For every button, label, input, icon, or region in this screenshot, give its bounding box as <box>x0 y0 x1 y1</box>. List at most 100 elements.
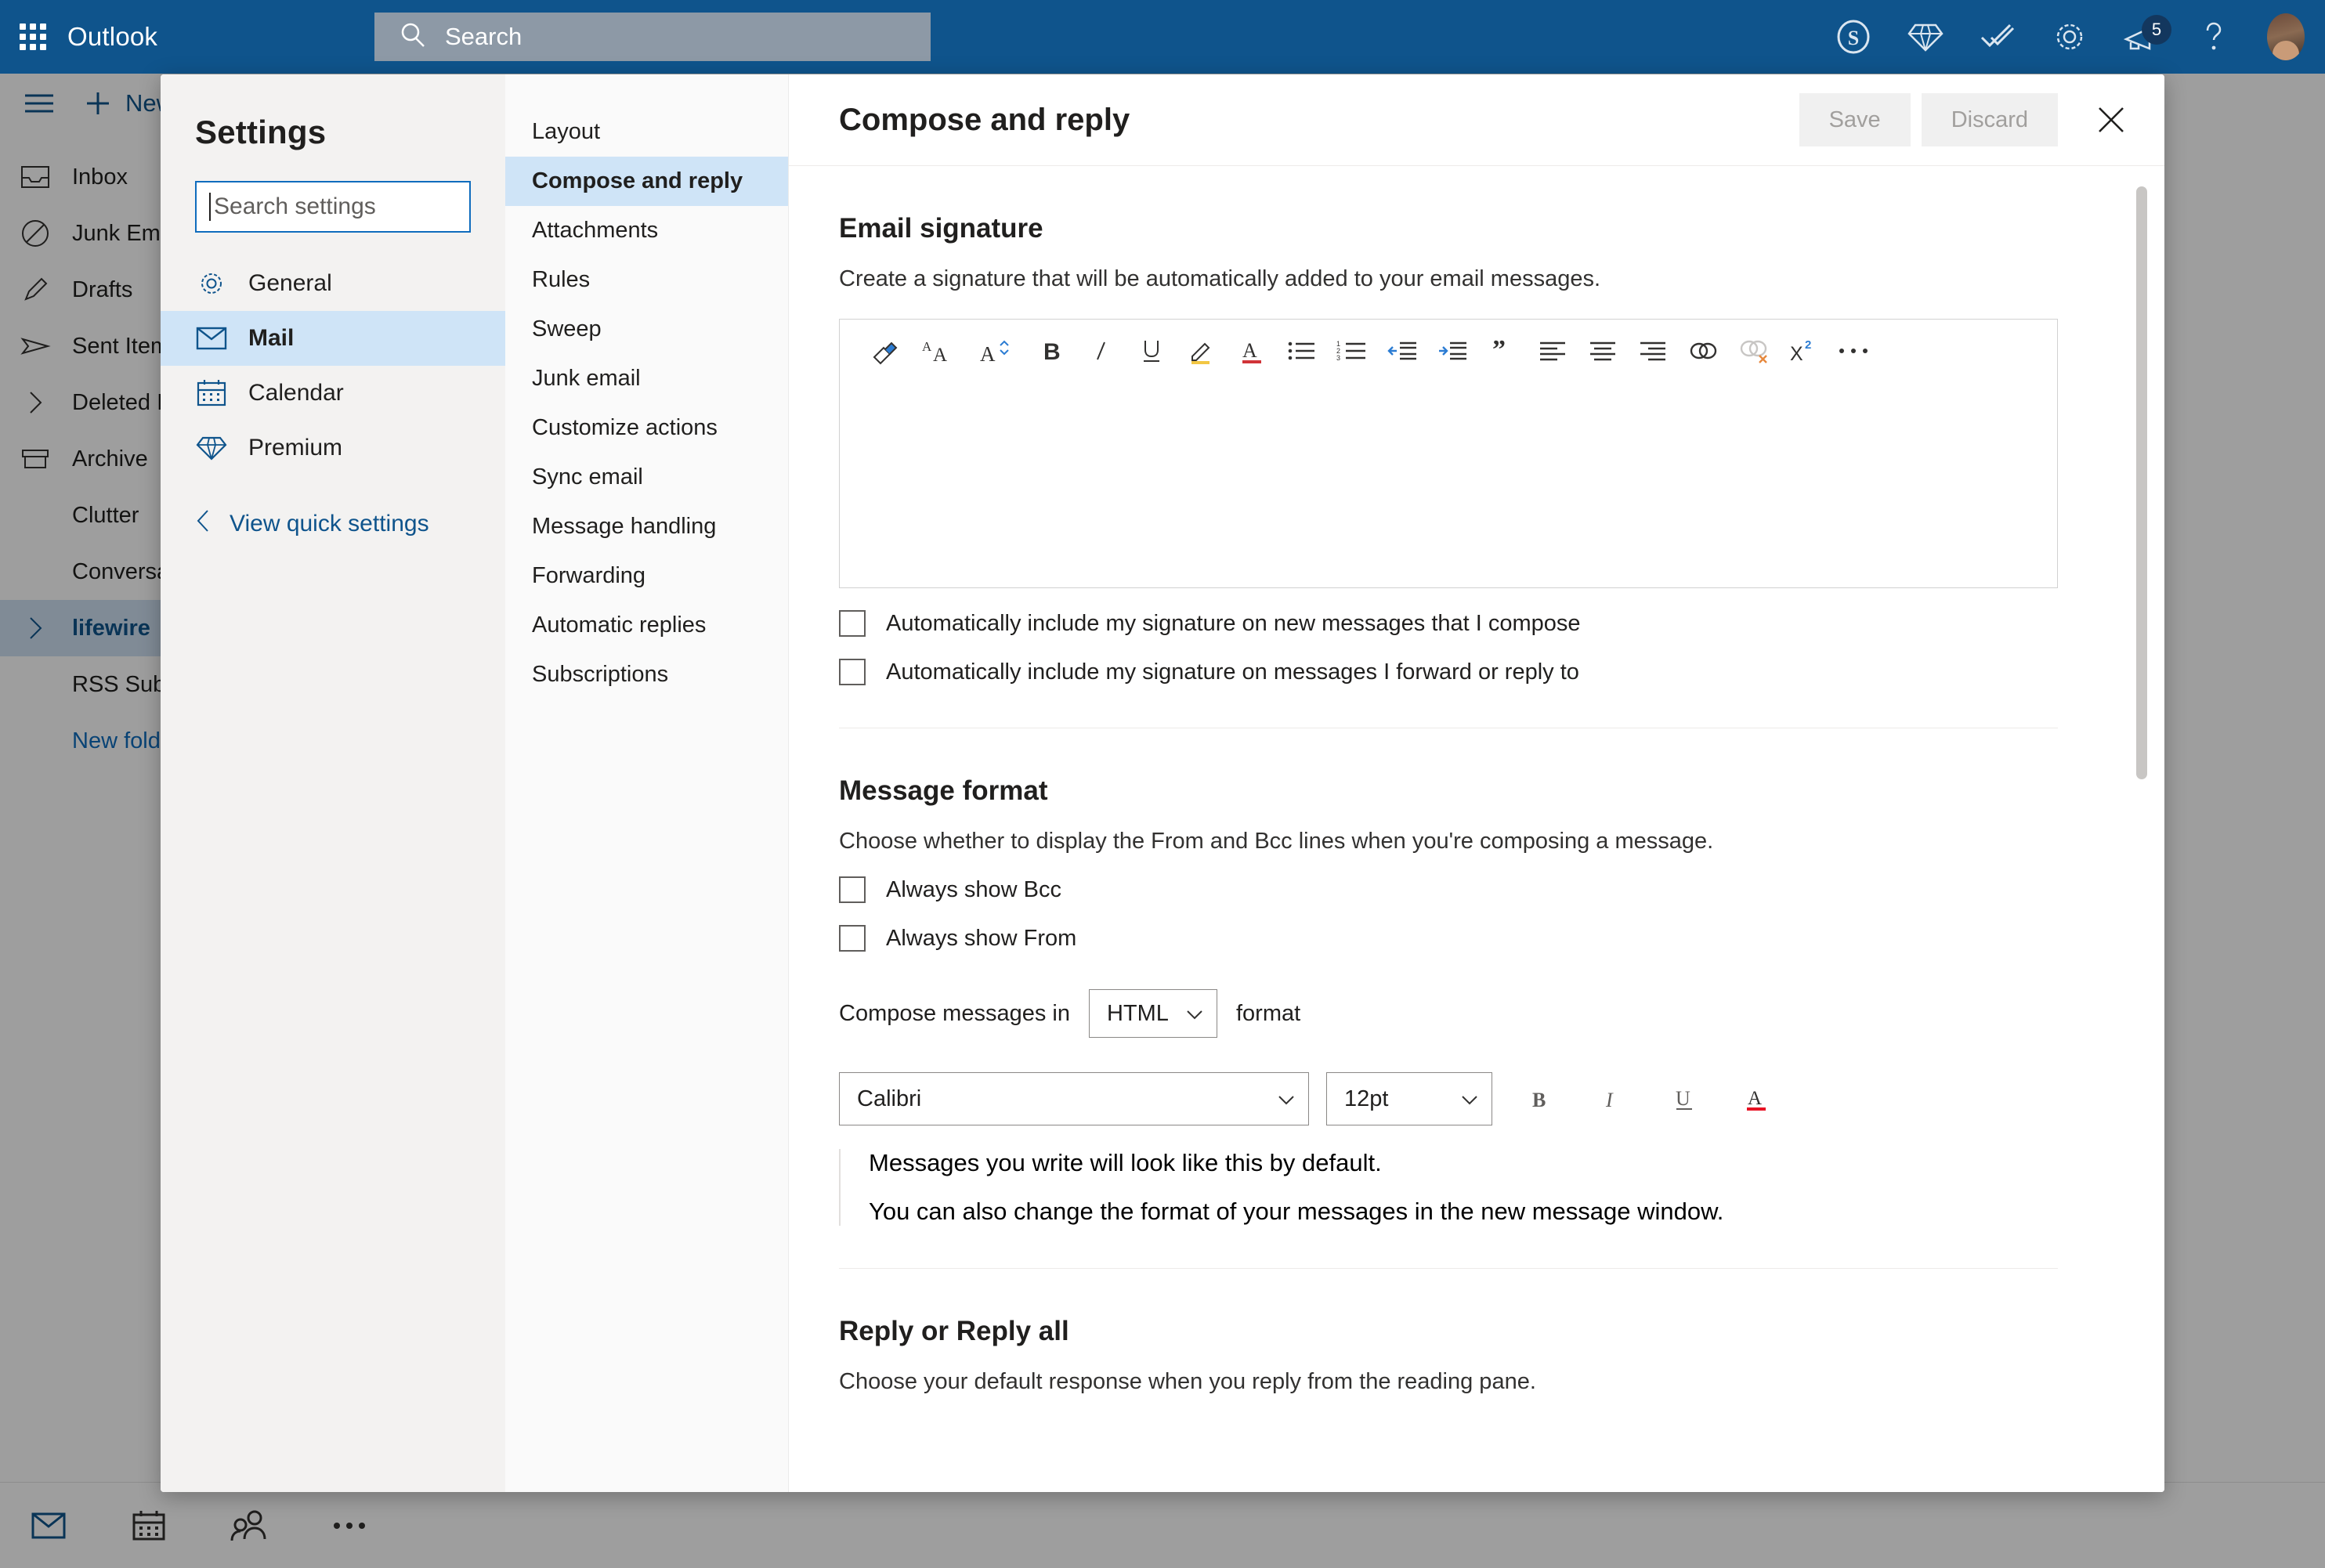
tab-rules[interactable]: Rules <box>505 255 788 305</box>
svg-text:A: A <box>1748 1088 1762 1109</box>
font-family-select[interactable]: Calibri <box>839 1072 1309 1125</box>
chevron-down-icon <box>1460 1086 1479 1112</box>
underline-icon[interactable]: U <box>1660 1075 1708 1123</box>
signature-editor: AA A B <box>839 319 2058 588</box>
font-size-select[interactable]: 12pt <box>1326 1072 1492 1125</box>
numbered-list-icon[interactable]: 123 <box>1327 326 1377 376</box>
align-right-icon[interactable] <box>1628 326 1678 376</box>
always-show-from-checkbox[interactable] <box>839 925 866 952</box>
message-format-heading: Message format <box>839 775 2164 807</box>
insert-link-icon[interactable] <box>1678 326 1728 376</box>
nav-label: Sync email <box>532 464 643 490</box>
svg-text:3: 3 <box>1336 354 1340 362</box>
compose-format-prefix: Compose messages in <box>839 1001 1070 1027</box>
format-painter-icon[interactable] <box>860 326 910 376</box>
bold-icon[interactable]: B <box>1516 1075 1564 1123</box>
remove-link-icon[interactable] <box>1728 326 1778 376</box>
settings-gear-icon[interactable] <box>2051 18 2088 56</box>
search-input[interactable]: Search <box>374 13 931 61</box>
view-quick-settings-link[interactable]: View quick settings <box>161 508 505 540</box>
italic-icon[interactable] <box>1076 326 1126 376</box>
detail-pane-header: Compose and reply Save Discard <box>789 74 2164 165</box>
discard-button[interactable]: Discard <box>1922 93 2058 146</box>
always-show-from-row: Always show From <box>839 925 2164 952</box>
settings-title: Settings <box>161 74 505 151</box>
more-options-icon[interactable] <box>1828 326 1878 376</box>
detail-pane-body: Email signature Create a signature that … <box>789 166 2164 1492</box>
sidebar-item-calendar[interactable]: Calendar <box>161 366 505 421</box>
tab-layout[interactable]: Layout <box>505 107 788 157</box>
close-icon[interactable] <box>2086 95 2136 145</box>
settings-search-input[interactable]: Search settings <box>195 181 471 233</box>
page-title: Compose and reply <box>839 103 1130 138</box>
compose-format-suffix: format <box>1236 1001 1300 1027</box>
avatar[interactable] <box>2267 18 2305 56</box>
tab-forwarding[interactable]: Forwarding <box>505 551 788 601</box>
compose-format-select[interactable]: HTML <box>1089 989 1217 1038</box>
premium-diamond-icon[interactable] <box>1907 18 1944 56</box>
help-question-icon[interactable] <box>2195 18 2233 56</box>
bulleted-list-icon[interactable] <box>1277 326 1327 376</box>
chevron-left-icon <box>195 508 212 540</box>
align-left-icon[interactable] <box>1528 326 1578 376</box>
tab-attachments[interactable]: Attachments <box>505 206 788 255</box>
compose-format-value: HTML <box>1107 1001 1169 1027</box>
reply-section-heading: Reply or Reply all <box>839 1316 2164 1347</box>
always-show-bcc-checkbox[interactable] <box>839 876 866 903</box>
svg-text:X: X <box>1790 343 1803 365</box>
sidebar-item-premium[interactable]: Premium <box>161 421 505 475</box>
sidebar-item-mail[interactable]: Mail <box>161 311 505 366</box>
tab-compose-and-reply[interactable]: Compose and reply <box>505 157 788 206</box>
font-size-stepper-icon[interactable]: A <box>968 326 1026 376</box>
highlight-icon[interactable] <box>1177 326 1227 376</box>
signature-new-messages-checkbox[interactable] <box>839 610 866 637</box>
font-size-grow-icon[interactable]: AA <box>910 326 968 376</box>
nav-label: Rules <box>532 267 590 293</box>
vertical-scrollbar[interactable] <box>2136 186 2147 779</box>
tab-customize-actions[interactable]: Customize actions <box>505 403 788 453</box>
underline-icon[interactable] <box>1126 326 1177 376</box>
default-font-row: Calibri 12pt B I <box>839 1072 2164 1125</box>
superscript-icon[interactable]: X2 <box>1778 326 1828 376</box>
svg-text:S: S <box>1848 27 1859 49</box>
always-show-bcc-label: Always show Bcc <box>886 877 1061 903</box>
tab-junk-email[interactable]: Junk email <box>505 354 788 403</box>
align-center-icon[interactable] <box>1578 326 1628 376</box>
signature-reply-forward-label: Automatically include my signature on me… <box>886 659 1579 685</box>
svg-text:A: A <box>933 345 947 365</box>
megaphone-icon[interactable]: 5 <box>2123 18 2160 56</box>
tab-subscriptions[interactable]: Subscriptions <box>505 650 788 699</box>
tab-automatic-replies[interactable]: Automatic replies <box>505 601 788 650</box>
signature-reply-forward-checkbox[interactable] <box>839 659 866 685</box>
sidebar-item-general[interactable]: General <box>161 256 505 311</box>
font-color-icon[interactable]: A <box>1732 1075 1781 1123</box>
svg-text:B: B <box>1043 339 1061 365</box>
tab-sweep[interactable]: Sweep <box>505 305 788 354</box>
sidebar-item-label: Premium <box>248 435 342 461</box>
save-button[interactable]: Save <box>1799 93 1911 146</box>
app-launcher-waffle-icon[interactable] <box>19 23 47 51</box>
quick-settings-label: View quick settings <box>230 511 429 537</box>
sidebar-item-label: Calendar <box>248 380 344 406</box>
header-actions: Save Discard <box>1799 93 2164 146</box>
nav-label: Message handling <box>532 514 716 540</box>
nav-label: Compose and reply <box>532 168 743 194</box>
top-bar-icon-group: S 5 <box>1835 0 2305 74</box>
quote-icon[interactable]: ” <box>1477 326 1528 376</box>
chevron-down-icon <box>1277 1086 1296 1112</box>
increase-indent-icon[interactable] <box>1427 326 1477 376</box>
nav-label: Attachments <box>532 218 658 244</box>
decrease-indent-icon[interactable] <box>1377 326 1427 376</box>
search-placeholder: Search <box>445 23 522 51</box>
skype-icon[interactable]: S <box>1835 18 1872 56</box>
bold-icon[interactable]: B <box>1026 326 1076 376</box>
signature-editor-textarea[interactable] <box>840 382 2057 587</box>
font-color-icon[interactable]: A <box>1227 326 1277 376</box>
italic-icon[interactable]: I <box>1588 1075 1636 1123</box>
to-do-check-icon[interactable] <box>1979 18 2016 56</box>
sidebar-item-label: General <box>248 270 332 297</box>
tab-sync-email[interactable]: Sync email <box>505 453 788 502</box>
signature-new-messages-checkbox-row: Automatically include my signature on ne… <box>839 610 2164 637</box>
tab-message-handling[interactable]: Message handling <box>505 502 788 551</box>
nav-label: Subscriptions <box>532 662 668 688</box>
